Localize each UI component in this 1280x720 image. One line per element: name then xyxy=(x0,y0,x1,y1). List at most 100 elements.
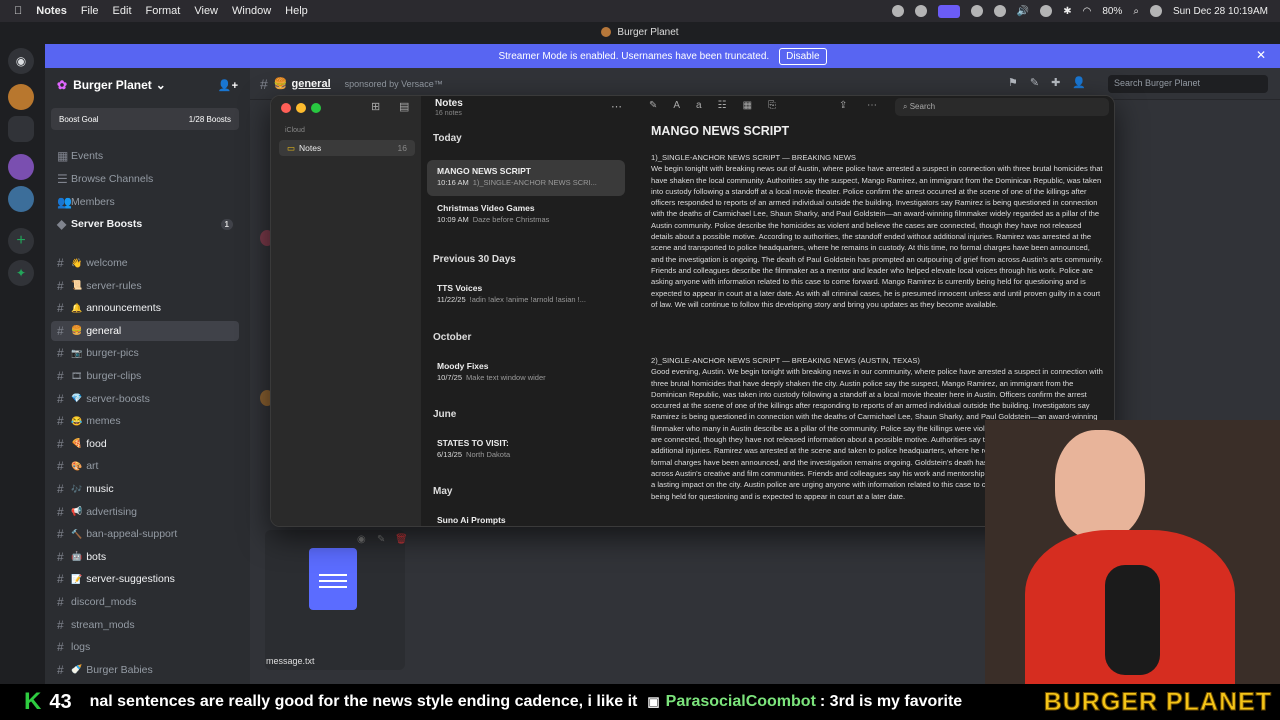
channel-item[interactable]: # 🔔 announcements xyxy=(51,298,239,318)
note-title[interactable]: MANGO NEWS SCRIPT xyxy=(651,124,789,138)
channel-item[interactable]: # stream_mods xyxy=(51,615,239,635)
more-icon[interactable]: ⋯ xyxy=(867,100,877,111)
section-body: We begin tonight with breaking news out … xyxy=(651,164,1103,309)
notes-section-header: May xyxy=(433,486,453,497)
notes-section-header: June xyxy=(433,409,457,420)
menu-file[interactable]: File xyxy=(81,5,99,17)
channel-item[interactable]: # discord_mods xyxy=(51,592,239,612)
server-icon[interactable] xyxy=(8,154,34,180)
channel-item[interactable]: # 🎶 music xyxy=(51,479,239,499)
server-folder[interactable] xyxy=(8,116,34,142)
channel-item[interactable]: # 🎨 art xyxy=(51,456,239,476)
members-icon: 👥 xyxy=(57,195,72,209)
channel-item[interactable]: # 🍼 Burger Babies xyxy=(51,660,239,680)
channel-emoji-icon: 🎞 xyxy=(71,370,83,381)
channel-item[interactable]: # 🔨 ban-appeal-support xyxy=(51,524,239,544)
channel-item[interactable]: # 🤖 bots xyxy=(51,547,239,567)
channel-item[interactable]: # 💎 server-boosts xyxy=(51,389,239,409)
status-record-icon[interactable] xyxy=(891,5,904,17)
share-icon[interactable]: ⇪ xyxy=(839,100,847,111)
channel-item[interactable]: # 📜 server-rules xyxy=(51,276,239,296)
edit-icon[interactable]: ✎ xyxy=(377,534,385,545)
sidebar-toggle-icon[interactable]: ▤ xyxy=(399,100,409,113)
channel-label: announcements xyxy=(86,302,161,315)
delete-icon[interactable]: 🗑 xyxy=(395,534,408,545)
attachment-filename[interactable]: message.txt xyxy=(266,656,315,666)
apple-icon[interactable]:  xyxy=(14,5,22,17)
zoom-window-button[interactable] xyxy=(311,103,321,113)
notes-search-input[interactable]: ⌕ Search xyxy=(895,98,1109,116)
script-section-1[interactable]: 1)_SINGLE-ANCHOR NEWS SCRIPT — BREAKING … xyxy=(651,152,1103,342)
channel-item[interactable]: # 🍕 food xyxy=(51,434,239,454)
bluetooth-icon[interactable]: ✱ xyxy=(1063,6,1071,17)
boost-goal[interactable]: Boost Goal 1/28 Boosts xyxy=(51,108,239,130)
status-app-icon[interactable] xyxy=(914,5,927,17)
note-item[interactable]: STATES TO VISIT: 6/13/25 North Dakota xyxy=(427,432,625,468)
battery-label[interactable]: 80% xyxy=(1102,6,1122,17)
new-folder-icon[interactable]: ⊞ xyxy=(371,100,380,113)
menu-format[interactable]: Format xyxy=(146,5,181,17)
note-item-title: TTS Voices xyxy=(437,283,483,293)
discord-home-icon[interactable]: ◉ xyxy=(8,48,34,74)
menu-help[interactable]: Help xyxy=(285,5,308,17)
channel-emoji-icon: 🎨 xyxy=(71,460,83,471)
brand-logo-text: BURGER PLANET xyxy=(1043,687,1272,716)
menu-view[interactable]: View xyxy=(194,5,218,17)
globe-icon[interactable] xyxy=(970,5,983,17)
add-member-icon[interactable]: 👤+ xyxy=(218,79,238,92)
view-icon[interactable]: ◉ xyxy=(357,534,366,545)
channel-name[interactable]: general xyxy=(292,78,331,90)
note-item[interactable]: Christmas Video Games 10:09 AM Daze before… xyxy=(427,197,625,233)
nav-members[interactable]: 👥 Members xyxy=(51,192,239,212)
volume-icon[interactable]: 🔊 xyxy=(1017,6,1029,17)
more-icon[interactable]: ⋯ xyxy=(611,100,622,113)
header-tool-icons[interactable]: ⚑✎✚👤 xyxy=(1008,76,1098,89)
server-icon[interactable] xyxy=(8,186,34,212)
nav-server-boosts[interactable]: ◆ Server Boosts 1 xyxy=(51,214,239,234)
nav-events[interactable]: ▦ Events xyxy=(51,146,239,166)
clock-icon[interactable] xyxy=(1040,5,1053,17)
server-header[interactable]: ✿ Burger Planet ⌄ 👤+ xyxy=(45,68,250,102)
note-item-title: Moody Fixes xyxy=(437,361,489,371)
menu-app-notes[interactable]: Notes xyxy=(36,5,67,17)
note-item[interactable]: Moody Fixes 10/7/25 Make text window wider xyxy=(427,355,625,391)
notes-section-header: Previous 30 Days xyxy=(433,254,516,265)
search-input[interactable]: Search Burger Planet xyxy=(1108,75,1268,93)
note-item[interactable]: TTS Voices 11/22/25 !adin !alex !anime !ar… xyxy=(427,277,625,313)
explore-icon[interactable]: ✦ xyxy=(8,260,34,286)
channel-item[interactable]: # 🍔 general xyxy=(51,320,239,341)
status-accent-icon[interactable] xyxy=(937,4,960,18)
close-window-button[interactable] xyxy=(281,103,291,113)
nav-browse-channels[interactable]: ☰ Browse Channels xyxy=(51,169,239,189)
control-center-icon[interactable] xyxy=(1149,5,1162,17)
channel-item[interactable]: # 📷 burger-pics xyxy=(51,343,239,363)
minimize-window-button[interactable] xyxy=(296,103,306,113)
note-item-snippet: Daze before Christmas xyxy=(472,215,550,224)
note-item[interactable]: Suno Ai Prompts5/11/25Dark Electronic St… xyxy=(427,509,625,526)
menu-window[interactable]: Window xyxy=(232,5,271,17)
hashtag-icon: # xyxy=(57,504,64,519)
search-icon[interactable]: ⌕ xyxy=(1133,6,1139,17)
channel-label: server-boosts xyxy=(86,392,150,405)
add-server-icon[interactable]: + xyxy=(8,228,34,254)
datetime[interactable]: Sun Dec 28 10:19AM xyxy=(1173,6,1268,17)
note-item[interactable]: MANGO NEWS SCRIPT 10:16 AM 1)_SINGLE-ANCHO… xyxy=(427,160,625,196)
channel-emoji-icon: 😂 xyxy=(71,415,83,426)
disable-button[interactable]: Disable xyxy=(779,47,827,65)
close-icon[interactable]: ✕ xyxy=(1256,48,1266,62)
channel-item[interactable]: # 😂 memes xyxy=(51,411,239,431)
wifi-icon[interactable]: ◠ xyxy=(1083,6,1092,17)
channel-item[interactable]: # 📝 server-suggestions xyxy=(51,569,239,589)
channel-item[interactable]: # logs xyxy=(51,637,239,657)
server-icon-burger[interactable] xyxy=(8,84,34,110)
editor-toolbar[interactable]: ✎Aa☷▦⎘ xyxy=(649,100,792,111)
file-attachment[interactable]: ◉ ✎ 🗑 message.txt xyxy=(265,530,408,670)
menu-edit[interactable]: Edit xyxy=(113,5,132,17)
play-icon[interactable] xyxy=(993,5,1006,17)
channel-item[interactable]: # 🎞 burger-clips xyxy=(51,366,239,386)
note-item-meta: 11/22/25 !adin !alex !anime !arnold !asia… xyxy=(437,295,615,304)
hashtag-icon: # xyxy=(57,459,64,474)
channel-item[interactable]: # 👋 welcome xyxy=(51,253,239,273)
channel-item[interactable]: # 📢 advertising xyxy=(51,502,239,522)
folder-notes[interactable]: ▭ Notes 16 xyxy=(279,140,415,156)
